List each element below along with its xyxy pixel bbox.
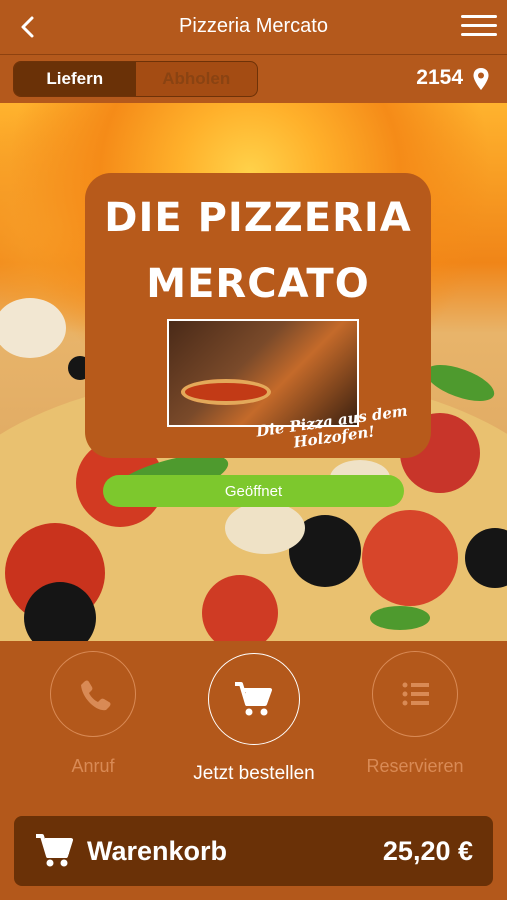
deliver-tab[interactable]: Liefern — [14, 62, 136, 96]
cart-total: 25,20 € — [382, 836, 473, 866]
logo-title-line1: DIE PIZZERIA — [104, 195, 412, 241]
logo-title-line2: MERCATO — [146, 261, 370, 307]
order-mode-bar: Liefern Abholen 2154 — [0, 55, 507, 103]
page-title: Pizzeria Mercato — [179, 15, 328, 37]
reserve-label: Reservieren — [366, 756, 464, 776]
phone-icon — [81, 680, 111, 711]
order-now-label: Jetzt bestellen — [193, 763, 315, 784]
open-status-badge: Geöffnet — [103, 475, 404, 507]
reserve-button[interactable] — [372, 651, 458, 737]
cart-icon — [36, 834, 73, 867]
cart-bar[interactable]: Warenkorb 25,20 € — [14, 816, 493, 886]
call-label: Anruf — [71, 756, 115, 776]
restaurant-logo: DIE PIZZERIA MERCATO Die Pizza aus dem H… — [85, 173, 431, 458]
cart-label: Warenkorb — [87, 836, 228, 866]
location-pin-icon[interactable] — [472, 67, 490, 91]
order-now-button[interactable] — [208, 653, 300, 745]
list-icon — [402, 682, 429, 706]
shopping-cart-icon — [235, 682, 272, 716]
hero-image: DIE PIZZERIA MERCATO Die Pizza aus dem H… — [0, 103, 507, 641]
call-button[interactable] — [50, 651, 136, 737]
order-mode-toggle: Liefern Abholen — [13, 61, 258, 97]
pickup-tab[interactable]: Abholen — [136, 62, 258, 96]
postal-code[interactable]: 2154 — [416, 66, 463, 90]
logo-oven-photo — [167, 319, 359, 427]
hamburger-menu-icon[interactable] — [461, 12, 497, 42]
top-navigation-bar: Pizzeria Mercato — [0, 0, 507, 55]
